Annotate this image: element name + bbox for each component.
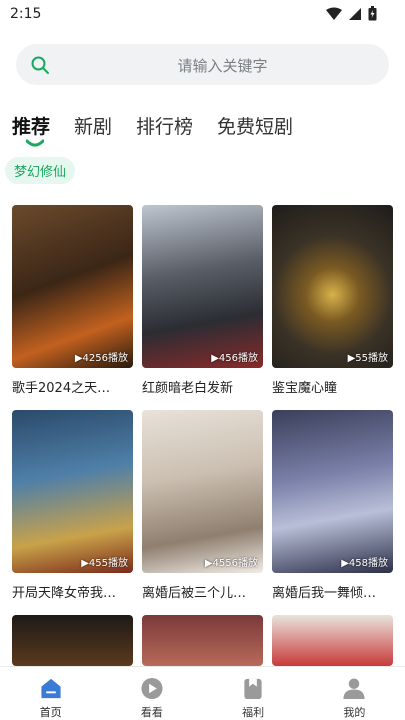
nav-label: 看看 bbox=[140, 706, 163, 719]
drama-poster: ▶4556播放 bbox=[142, 410, 263, 573]
drama-poster bbox=[272, 615, 393, 666]
bottom-nav: 首页 看看 福利 我的 bbox=[0, 666, 405, 720]
status-time: 2:15 bbox=[10, 6, 42, 22]
tab-label: 推荐 bbox=[12, 116, 51, 138]
status-icons bbox=[326, 6, 377, 21]
signal-icon bbox=[349, 7, 361, 20]
drama-poster bbox=[142, 615, 263, 666]
tab-label: 新剧 bbox=[74, 116, 113, 138]
drama-poster: ▶55播放 bbox=[272, 205, 393, 368]
drama-poster: ▶458播放 bbox=[272, 410, 393, 573]
play-count: ▶458播放 bbox=[341, 558, 388, 569]
drama-title: 歌手2024之天… bbox=[12, 381, 111, 396]
drama-poster bbox=[12, 615, 133, 666]
drama-title: 开局天降女帝我… bbox=[12, 586, 117, 601]
tab-free[interactable]: 免费短剧 bbox=[217, 112, 293, 139]
drama-poster: ▶455播放 bbox=[12, 410, 133, 573]
play-count: ▶455播放 bbox=[81, 558, 128, 569]
drama-poster: ▶4256播放 bbox=[12, 205, 133, 368]
status-bar: 2:15 bbox=[0, 0, 405, 30]
drama-card[interactable]: ▶4256播放 歌手2024之天… bbox=[12, 205, 133, 396]
drama-title: 红颜暗老白发新 bbox=[142, 381, 234, 396]
drama-title: 鉴宝魔心瞳 bbox=[272, 381, 338, 396]
home-icon bbox=[41, 678, 61, 699]
drama-card[interactable]: ▶4556播放 离婚后被三个儿… bbox=[142, 410, 263, 601]
nav-label: 福利 bbox=[242, 706, 265, 719]
wifi-icon bbox=[326, 7, 342, 20]
drama-title: 离婚后我一舞倾… bbox=[272, 586, 377, 601]
gift-icon bbox=[244, 678, 262, 700]
nav-label: 首页 bbox=[39, 706, 62, 719]
play-count: ▶55播放 bbox=[347, 353, 388, 364]
nav-home[interactable]: 首页 bbox=[0, 667, 101, 720]
drama-card[interactable]: ▶455播放 开局天降女帝我… bbox=[12, 410, 133, 601]
drama-card[interactable] bbox=[272, 615, 393, 666]
nav-label: 我的 bbox=[343, 706, 366, 719]
tab-label: 免费短剧 bbox=[217, 116, 294, 138]
play-count: ▶4256播放 bbox=[74, 353, 128, 364]
tab-new[interactable]: 新剧 bbox=[74, 112, 112, 139]
drama-title: 离婚后被三个儿… bbox=[142, 586, 247, 601]
play-count: ▶456播放 bbox=[211, 353, 258, 364]
search-placeholder: 请输入关键字 bbox=[177, 57, 268, 75]
drama-card[interactable]: ▶458播放 离婚后我一舞倾… bbox=[272, 410, 393, 601]
drama-card[interactable] bbox=[12, 615, 133, 666]
category-tabs: 推荐 新剧 排行榜 免费短剧 bbox=[12, 112, 293, 147]
tab-label: 排行榜 bbox=[136, 116, 194, 138]
tab-active-indicator bbox=[26, 139, 44, 147]
drama-card[interactable]: ▶55播放 鉴宝魔心瞳 bbox=[272, 205, 393, 396]
nav-profile[interactable]: 我的 bbox=[304, 667, 405, 720]
drama-card[interactable] bbox=[142, 615, 263, 666]
nav-welfare[interactable]: 福利 bbox=[203, 667, 304, 720]
battery-icon bbox=[368, 6, 377, 21]
search-bar[interactable]: 请输入关键字 bbox=[16, 44, 389, 85]
tab-ranking[interactable]: 排行榜 bbox=[136, 112, 193, 139]
play-count: ▶4556播放 bbox=[204, 558, 258, 569]
genre-chip[interactable]: 梦幻修仙 bbox=[5, 157, 76, 184]
nav-watch[interactable]: 看看 bbox=[101, 667, 202, 720]
drama-poster: ▶456播放 bbox=[142, 205, 263, 368]
drama-card[interactable]: ▶456播放 红颜暗老白发新 bbox=[142, 205, 263, 396]
tab-recommend[interactable]: 推荐 bbox=[12, 112, 51, 147]
user-icon bbox=[343, 678, 365, 700]
play-icon bbox=[141, 677, 163, 700]
